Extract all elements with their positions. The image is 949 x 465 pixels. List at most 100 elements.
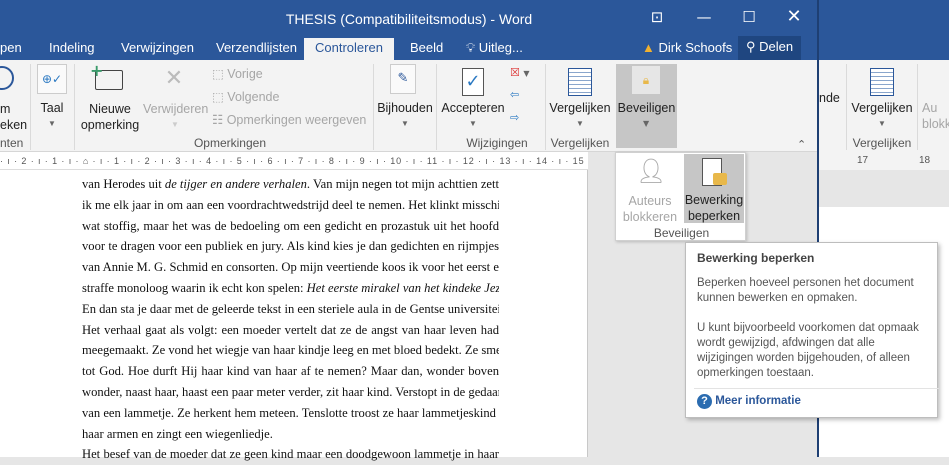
- collapse-ribbon-icon[interactable]: ⌃: [797, 138, 806, 151]
- separator: [846, 64, 847, 150]
- auteurs-label: Auteurs: [628, 194, 672, 208]
- text-run: wonder, naast haar, haast een paar meter…: [82, 384, 499, 399]
- nieuwe-opmerking-button[interactable]: Nieuwe opmerking: [78, 101, 142, 133]
- minimize-button[interactable]: —: [686, 4, 722, 30]
- compare-icon: [870, 68, 894, 96]
- previous-change-icon[interactable]: ⇦: [510, 88, 519, 101]
- delete-comment-icon: ✕: [164, 66, 184, 91]
- tab-verwijzingen[interactable]: Verwijzingen: [121, 38, 194, 60]
- partial-label-2: eken: [0, 118, 28, 132]
- document-line[interactable]: tot God. Hoe durft Hij haar kind van haa…: [82, 361, 499, 382]
- bijhouden-button[interactable]: Bijhouden ▼: [376, 100, 434, 132]
- document-line[interactable]: van Annie M. G. Schmid en consorten. Op …: [82, 257, 499, 278]
- reject-icon[interactable]: ☒ ▼: [510, 66, 530, 79]
- separator: [545, 64, 546, 150]
- partial-label-1: m: [0, 102, 11, 116]
- document-line[interactable]: wonder, naast haar, haast een paar meter…: [82, 382, 499, 403]
- meer-informatie-link[interactable]: ? Meer informatie: [697, 394, 801, 409]
- ruler-number: 2: [21, 156, 28, 166]
- separator: [30, 64, 31, 150]
- beveiligen-button[interactable]: 🔒︎ Beveiligen ▼: [616, 64, 677, 148]
- document-line[interactable]: van een lammetje. Ze herkent hem meteen.…: [82, 403, 499, 424]
- vorige-label: Vorige: [227, 67, 263, 81]
- compare-icon: [568, 68, 592, 96]
- bewerking-beperken-button[interactable]: Bewerking beperken: [684, 154, 744, 223]
- background-vergelijken-button[interactable]: Vergelijken ▼: [850, 100, 914, 132]
- chevron-down-icon: ▼: [401, 119, 409, 128]
- accepteren-label: Accepteren: [441, 101, 505, 115]
- ruler-number: 13: [499, 156, 512, 166]
- tooltip-description: Beperken hoeveel personen het document k…: [697, 277, 914, 304]
- opmerkingen-weergeven-button: ☷ Opmerkingen weergeven: [212, 112, 366, 128]
- share-button[interactable]: ⚲ Delen: [738, 36, 802, 60]
- taal-label: Taal: [40, 101, 64, 115]
- document-line[interactable]: voor te dragen voor een publiek en jury.…: [82, 236, 499, 257]
- background-window-titlebar: [819, 0, 949, 60]
- close-button[interactable]: ✕: [776, 4, 812, 30]
- indent-marker[interactable]: ⌂: [83, 156, 89, 166]
- maximize-button[interactable]: ☐: [731, 4, 767, 30]
- person-add-icon: ⚲: [746, 39, 756, 54]
- background-partial-button: Au blokk: [922, 100, 949, 132]
- block-authors-icon: 👤︎: [636, 158, 667, 185]
- background-partial-label: nde: [819, 91, 840, 105]
- background-group-label: Vergelijken: [852, 136, 912, 150]
- document-line[interactable]: wat stoffig, maar het was de bedoeling o…: [82, 216, 499, 237]
- previous-comment-icon: ⬚: [212, 67, 224, 81]
- restrict-editing-icon: [702, 158, 727, 186]
- taal-button[interactable]: Taal ▼: [37, 100, 67, 132]
- separator: [74, 64, 75, 150]
- document-line[interactable]: haar armen en zingt een wiegenliedje.: [82, 424, 499, 445]
- tab-indeling[interactable]: Indeling: [49, 38, 95, 60]
- tab-beeld[interactable]: Beeld: [410, 38, 443, 60]
- help-icon: ?: [697, 394, 712, 409]
- group-label-vergelijken: Vergelijken: [550, 136, 610, 150]
- tooltip-title: Bewerking beperken: [697, 251, 815, 265]
- track-changes-icon: ✎: [390, 64, 416, 94]
- beperken-label: beperken: [687, 209, 741, 223]
- opmerking-label: opmerking: [80, 118, 140, 132]
- chevron-down-icon: ▼: [576, 119, 584, 128]
- partial-label: Au: [922, 101, 938, 115]
- user-name: Dirk Schoofs: [658, 40, 733, 55]
- ruler-number: 10: [390, 156, 403, 166]
- document-line[interactable]: ik me elk jaar in om aan een voordrachtw…: [82, 195, 499, 216]
- horizontal-ruler[interactable]: · ı · 2 · ı · 1 · ı · ⌂ · ı · 1 · ı · 2 …: [0, 152, 588, 170]
- text-run: Het verhaal gaat als volgt: een moeder v…: [82, 322, 499, 337]
- bijhouden-label: Bijhouden: [377, 101, 433, 115]
- next-change-icon[interactable]: ⇨: [510, 111, 519, 124]
- tab-verzendlijsten[interactable]: Verzendlijsten: [216, 38, 297, 60]
- ruler-number: 11: [426, 156, 439, 166]
- document-text[interactable]: van Herodes uit de tijger en andere verh…: [82, 174, 499, 465]
- tab-ontwerpen[interactable]: pen: [0, 38, 22, 60]
- vergelijken-label: Vergelijken: [851, 101, 913, 115]
- document-line[interactable]: straffe monoloog waarin ik echt kon spel…: [82, 278, 499, 299]
- tooltip-example: U kunt bijvoorbeeld voorkomen dat opmaak…: [697, 322, 919, 379]
- ruler-number: 3: [175, 156, 182, 166]
- document-line[interactable]: Het besef van de moeder dat ze geen kind…: [82, 444, 499, 465]
- text-run: Het eerste mirakel van het kindeke Jezus…: [306, 280, 499, 295]
- text-run: de tijger en andere verhalen: [164, 177, 307, 191]
- ruler-number: 1: [113, 156, 120, 166]
- ruler-number: 6: [267, 156, 274, 166]
- tab-uitleg[interactable]: 💡︎ Uitleg...: [466, 38, 523, 60]
- accepteren-button[interactable]: Accepteren ▼: [440, 100, 506, 132]
- opmerkingen-weergeven-label: Opmerkingen weergeven: [226, 113, 367, 127]
- ribbon-display-options-button[interactable]: ⊡: [639, 4, 675, 30]
- tab-controleren[interactable]: Controleren: [304, 38, 394, 60]
- document-line[interactable]: meegemaakt. Ze vond het wiegje van haar …: [82, 340, 499, 361]
- vergelijken-button[interactable]: Vergelijken ▼: [548, 100, 612, 132]
- volgende-label: Volgende: [227, 90, 280, 104]
- partial-label: blokk: [922, 117, 949, 131]
- document-line[interactable]: En dan sta je daar met de geleerde tekst…: [82, 299, 499, 320]
- verwijderen-label: Verwijderen: [143, 102, 209, 116]
- blokkeren-label: blokkeren: [622, 210, 678, 224]
- document-line[interactable]: van Herodes uit de tijger en andere verh…: [82, 174, 499, 195]
- meer-informatie-label: Meer informatie: [715, 395, 801, 407]
- text-run: Het besef van de moeder dat ze geen kind…: [82, 447, 499, 462]
- partial-button[interactable]: m eken: [0, 101, 27, 133]
- group-label-partial: nten: [0, 136, 24, 150]
- text-run: ik me elk jaar in om aan een voordrachtw…: [82, 197, 499, 212]
- document-line[interactable]: Het verhaal gaat als volgt: een moeder v…: [82, 320, 499, 341]
- account-user[interactable]: ▲ Dirk Schoofs: [642, 38, 732, 60]
